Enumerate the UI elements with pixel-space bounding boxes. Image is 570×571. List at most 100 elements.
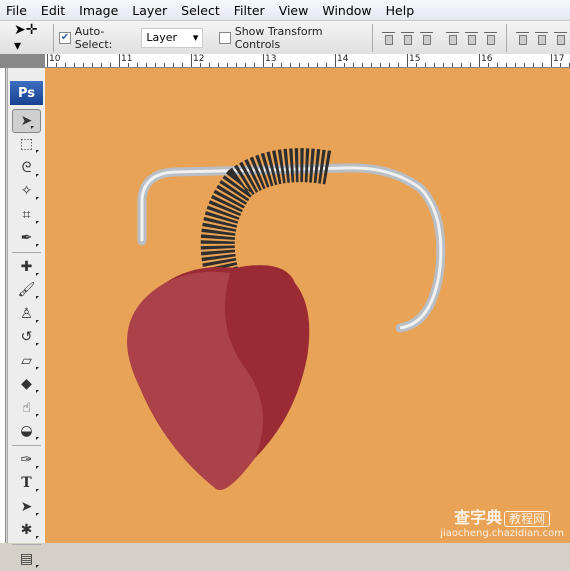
ruler-minor-tick [65,63,66,67]
align-vcenter-icon[interactable] [400,31,414,45]
ruler-minor-tick [434,63,435,67]
ruler-label: 17 [553,54,565,64]
corrugated-tube [200,148,334,289]
crop-tool-icon[interactable]: ⌗ [8,203,45,227]
ruler-minor-tick [182,63,183,67]
eraser-tool-icon[interactable]: ▱ [8,349,45,373]
menu-window[interactable]: Window [322,3,371,18]
ruler-minor-tick [488,63,489,67]
distribute-top-icon[interactable] [515,31,529,45]
ruler-minor-tick [281,63,282,67]
ruler-minor-tick [290,63,291,67]
ruler-minor-tick [209,63,210,67]
menu-view[interactable]: View [279,3,309,18]
ruler-minor-tick [92,63,93,67]
smudge-tool-icon[interactable]: ☝ [8,396,45,420]
ruler-minor-tick [110,63,111,67]
menu-help[interactable]: Help [386,3,415,18]
menu-image[interactable]: Image [79,3,118,18]
ruler-minor-tick [164,63,165,67]
ruler-minor-tick [137,63,138,67]
align-top-icon[interactable] [381,31,395,45]
distribute-bottom-icon[interactable] [554,31,568,45]
dodge-tool-icon[interactable]: ◒ [8,420,45,444]
show-transform-checkbox[interactable] [219,31,231,44]
ruler-minor-tick [524,63,525,67]
menu-bar: File Edit Image Layer Select Filter View… [0,0,570,20]
menu-layer[interactable]: Layer [132,3,167,18]
ruler-minor-tick [389,63,390,67]
ruler-minor-tick [173,63,174,67]
clone-stamp-tool-icon[interactable]: ♙ [8,302,45,326]
ruler-minor-tick [371,63,372,67]
ruler-minor-tick [218,63,219,67]
ruler-minor-tick [245,63,246,67]
menu-edit[interactable]: Edit [41,3,65,18]
menu-filter[interactable]: Filter [234,3,265,18]
vertical-ruler[interactable] [0,68,6,543]
brush-tool-icon[interactable]: 🖌 [8,279,45,303]
ruler-minor-tick [128,63,129,67]
ruler-label: 13 [265,54,277,64]
ruler-corner [0,54,45,68]
chevron-down-icon: ▾ [192,31,199,44]
ruler-minor-tick [533,63,534,67]
document-canvas[interactable]: 查字典 教程网 jiaocheng.chazidian.com [45,68,570,543]
ruler-minor-tick [353,63,354,67]
custom-shape-tool-icon[interactable]: ✱ [8,519,45,543]
ruler-minor-tick [497,63,498,67]
eyedropper-tool-icon[interactable]: ✒ [8,227,45,251]
ruler-major-tick [191,54,192,67]
auto-select-dropdown[interactable]: Layer ▾ [141,27,204,48]
paint-bucket-tool-icon[interactable]: ◆ [8,373,45,397]
divider [12,445,41,446]
auto-select-value: Layer [146,31,178,44]
ruler-minor-tick [308,63,309,67]
watermark-url: jiaocheng.chazidian.com [440,528,564,539]
menu-file[interactable]: File [6,3,27,18]
notes-tool-icon[interactable]: ▤ [8,547,45,571]
align-hcenter-icon[interactable] [465,31,479,45]
history-brush-tool-icon[interactable]: ↺ [8,326,45,350]
align-bottom-icon[interactable] [419,31,433,45]
path-selection-tool-icon[interactable]: ➤ [8,495,45,519]
move-tool-icon[interactable]: ➤ [12,109,41,133]
spot-healing-tool-icon[interactable]: ✚ [8,255,45,279]
align-left-icon[interactable] [445,31,459,45]
ruler-minor-tick [470,63,471,67]
menu-select[interactable]: Select [181,3,220,18]
ruler-minor-tick [461,63,462,67]
ruler-label: 11 [121,54,133,64]
options-bar: ➤✛ ▾ ✔ Auto-Select: Layer ▾ Show Transfor… [0,20,570,54]
ruler-minor-tick [326,63,327,67]
rectangular-marquee-tool-icon[interactable]: ⬚ [8,133,45,157]
ruler-major-tick [119,54,120,67]
ruler-minor-tick [380,63,381,67]
ruler-minor-tick [416,63,417,67]
ruler-minor-tick [254,63,255,67]
ruler-minor-tick [155,63,156,67]
magic-wand-tool-icon[interactable]: ✧ [8,180,45,204]
ruler-minor-tick [560,63,561,67]
ruler-minor-tick [452,63,453,67]
auto-select-checkbox[interactable]: ✔ [59,31,71,44]
ruler-major-tick [479,54,480,67]
horizontal-ruler[interactable]: 10 11 12 13 14 15 16 17 [45,54,570,68]
ruler-label: 12 [193,54,205,64]
show-transform-label: Show Transform Controls [234,24,323,51]
ruler-label: 16 [481,54,493,64]
ruler-minor-tick [542,63,543,67]
ruler-label: 15 [409,54,421,64]
type-tool-icon[interactable]: T [8,472,45,496]
ruler-minor-tick [317,63,318,67]
pen-tool-icon[interactable]: ✑ [8,448,45,472]
watermark-tag: 教程网 [504,511,551,527]
move-tool-preset-icon[interactable]: ➤✛ ▾ [14,22,47,54]
ruler-minor-tick [56,63,57,67]
auto-select-label: Auto-Select: [74,24,113,51]
ruler-minor-tick [299,63,300,67]
lasso-tool-icon[interactable]: ᘓ [8,156,45,180]
ruler-major-tick [335,54,336,67]
align-right-icon[interactable] [484,31,498,45]
distribute-vcenter-icon[interactable] [534,31,548,45]
